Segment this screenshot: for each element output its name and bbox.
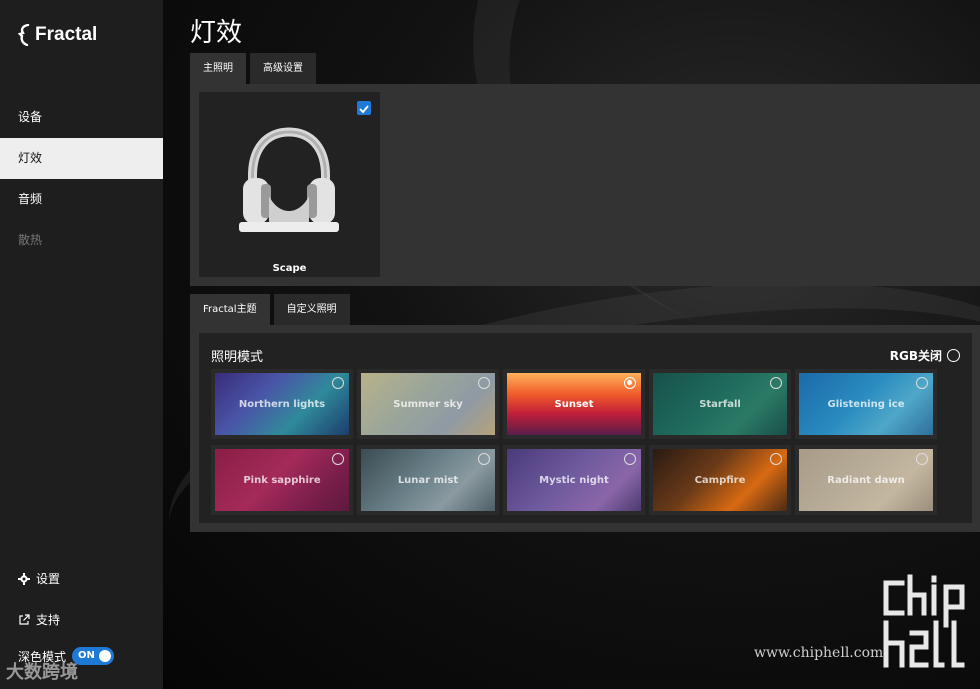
theme-card[interactable]: Pink sapphire <box>211 445 353 515</box>
theme-radio[interactable] <box>478 377 490 389</box>
theme-radio[interactable] <box>332 377 344 389</box>
gear-icon <box>18 572 30 585</box>
sidebar-item-cooling: 散热 <box>18 233 43 247</box>
theme-swatch: Sunset <box>507 373 641 435</box>
theme-name: Sunset <box>554 398 594 410</box>
toggle-knob <box>99 650 112 662</box>
main-content: 灯效 主照明 高级设置 Scape Fractal主题 自定义照明 照明模式 R… <box>163 0 980 689</box>
sidebar-item-audio[interactable]: 音频 <box>0 179 163 220</box>
support-label: 支持 <box>36 613 61 627</box>
chiphell-logo-icon <box>883 574 965 668</box>
lighting-tabs: 主照明 高级设置 <box>190 53 320 84</box>
theme-radio[interactable] <box>770 377 782 389</box>
theme-name: Radiant dawn <box>827 474 905 486</box>
sidebar-item-devices[interactable]: 设备 <box>0 97 163 138</box>
theme-tabs: Fractal主题 自定义照明 <box>190 294 354 325</box>
settings-link[interactable]: 设置 <box>0 558 163 599</box>
settings-label: 设置 <box>36 572 61 586</box>
brand-logo: Fractal <box>18 24 97 46</box>
theme-card[interactable]: Northern lights <box>211 369 353 439</box>
watermark-url: www.chiphell.com <box>754 645 884 661</box>
tab-fractal-themes[interactable]: Fractal主题 <box>190 294 270 325</box>
device-checkbox[interactable] <box>357 101 371 115</box>
theme-radio[interactable] <box>916 377 928 389</box>
rgb-off-label: RGB关闭 <box>889 349 942 363</box>
theme-swatch: Glistening ice <box>799 373 933 435</box>
theme-swatch: Summer sky <box>361 373 495 435</box>
theme-name: Pink sapphire <box>243 474 321 486</box>
theme-grid: Northern lights Summer sky Sunset Starfall G… <box>211 369 937 515</box>
theme-radio[interactable] <box>770 453 782 465</box>
theme-name: Starfall <box>699 398 741 410</box>
theme-swatch: Lunar mist <box>361 449 495 511</box>
theme-card[interactable]: Lunar mist <box>357 445 499 515</box>
sidebar-item-lighting[interactable]: 灯效 <box>0 138 163 179</box>
theme-swatch: Pink sapphire <box>215 449 349 511</box>
theme-card[interactable]: Summer sky <box>357 369 499 439</box>
external-link-icon <box>19 613 30 625</box>
dark-mode-toggle-text: ON <box>78 650 95 661</box>
theme-panel: 照明模式 RGB关闭 Northern lights Summer sky Suns… <box>190 325 980 532</box>
sidebar-nav: 设备 灯效 音频 散热 <box>0 97 163 261</box>
theme-swatch: Campfire <box>653 449 787 511</box>
headphones-icon <box>239 127 339 232</box>
theme-name: Lunar mist <box>397 474 459 486</box>
dark-mode-toggle[interactable]: ON <box>72 647 115 665</box>
theme-radio[interactable] <box>332 453 344 465</box>
theme-card[interactable]: Sunset <box>503 369 645 439</box>
theme-name: Glistening ice <box>827 398 905 410</box>
rgb-off-radio[interactable] <box>947 349 960 362</box>
device-name: Scape <box>272 263 307 274</box>
device-card[interactable]: Scape <box>199 92 380 277</box>
lighting-mode-label: 照明模式 <box>211 350 264 365</box>
tab-main-lighting[interactable]: 主照明 <box>190 53 246 84</box>
theme-swatch: Starfall <box>653 373 787 435</box>
theme-card[interactable]: Mystic night <box>503 445 645 515</box>
theme-radio[interactable] <box>478 453 490 465</box>
rgb-off-option[interactable]: RGB关闭 <box>890 347 960 364</box>
theme-name: Campfire <box>694 474 746 486</box>
watermark-bottom-left-text: 大数跨境 <box>6 662 78 683</box>
theme-card[interactable]: Radiant dawn <box>795 445 937 515</box>
theme-panel-inner: 照明模式 RGB关闭 Northern lights Summer sky Suns… <box>199 333 972 523</box>
theme-card[interactable]: Campfire <box>649 445 791 515</box>
page-title: 灯效 <box>190 18 243 48</box>
watermark-bottom-left: 大数跨境 <box>6 658 78 684</box>
theme-radio[interactable] <box>624 453 636 465</box>
fractal-logo-icon <box>18 24 30 46</box>
theme-swatch: Mystic night <box>507 449 641 511</box>
device-panel: Scape <box>190 84 980 286</box>
tab-custom-lighting[interactable]: 自定义照明 <box>273 294 350 325</box>
theme-card[interactable]: Starfall <box>649 369 791 439</box>
theme-card[interactable]: Glistening ice <box>795 369 937 439</box>
checkmark-icon <box>359 105 369 114</box>
theme-swatch: Northern lights <box>215 373 349 435</box>
theme-name: Northern lights <box>238 398 326 410</box>
theme-swatch: Radiant dawn <box>799 449 933 511</box>
sidebar-footer: 设置 支持 深色模式 ON <box>0 558 163 668</box>
theme-radio[interactable] <box>916 453 928 465</box>
brand-name: Fractal <box>35 24 98 45</box>
theme-radio[interactable] <box>624 377 636 389</box>
theme-name: Mystic night <box>539 474 609 486</box>
theme-name: Summer sky <box>393 398 463 410</box>
tab-advanced-settings[interactable]: 高级设置 <box>250 53 316 84</box>
support-link[interactable]: 支持 <box>0 599 163 640</box>
sidebar: Fractal 设备 灯效 音频 散热 设置 支持 深色模式 ON <box>0 0 163 689</box>
